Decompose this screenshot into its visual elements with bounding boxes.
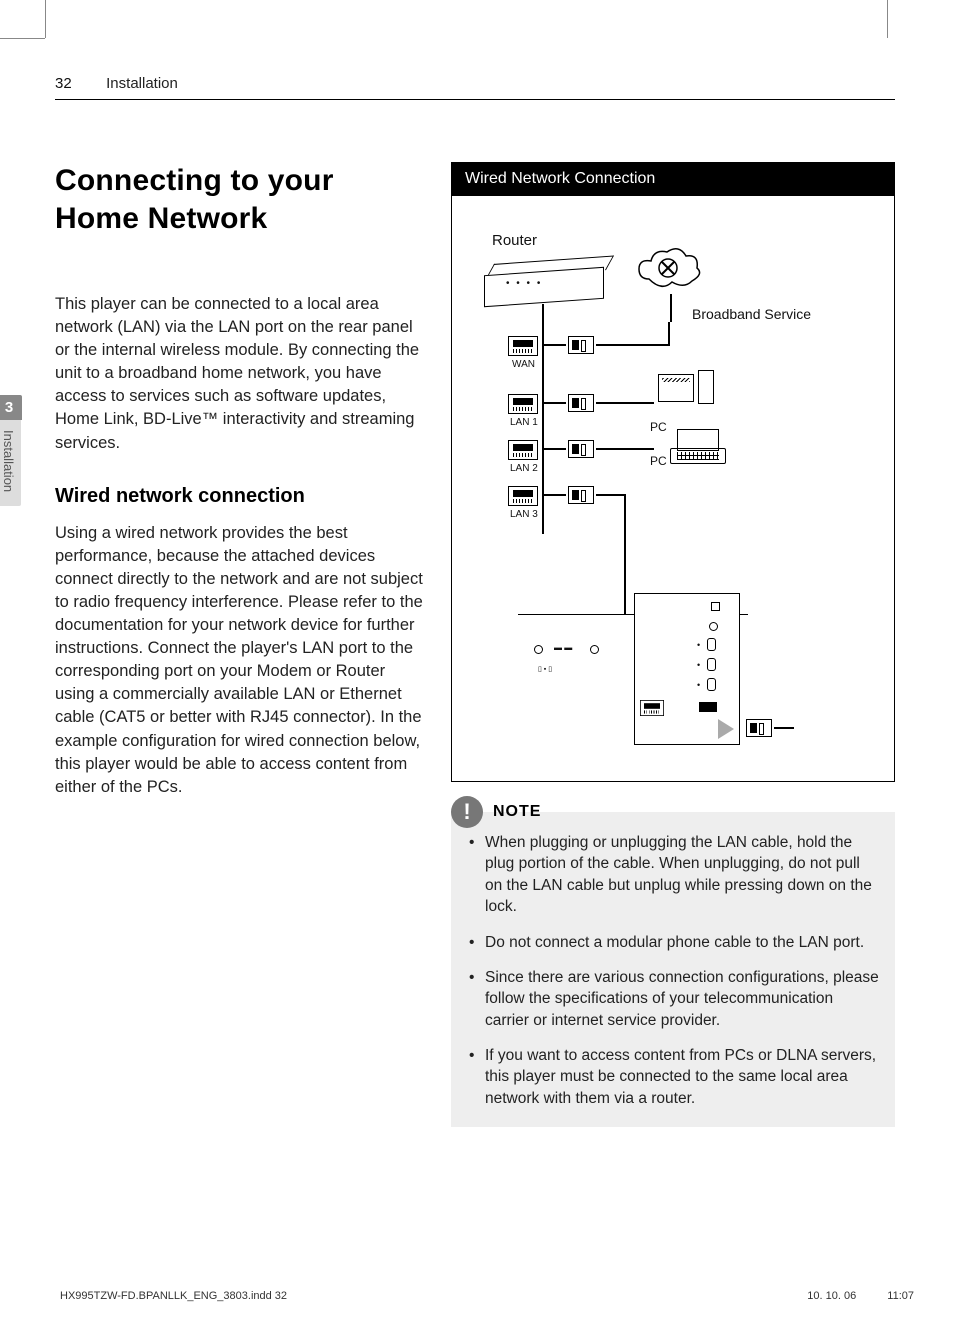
diagram-title: Wired Network Connection — [451, 162, 895, 196]
body-paragraph: Using a wired network provides the best … — [55, 522, 423, 799]
laptop-icon — [670, 448, 726, 464]
plug-icon — [746, 719, 772, 737]
pc-tower-icon — [698, 370, 714, 404]
note-item: When plugging or unplugging the LAN cabl… — [467, 832, 879, 918]
lan3-label: LAN 3 — [510, 509, 538, 520]
subheading: Wired network connection — [55, 485, 423, 508]
note-body: When plugging or unplugging the LAN cabl… — [451, 812, 895, 1127]
pc2-label: PC — [650, 454, 667, 468]
cable — [542, 304, 544, 534]
note-title: NOTE — [493, 803, 541, 821]
lan1-label: LAN 1 — [510, 417, 538, 428]
cable — [542, 494, 566, 496]
page-title: Connecting to your Home Network — [55, 162, 423, 237]
footer-date: 10. 10. 06 — [807, 1290, 856, 1302]
footer-time: 11:07 — [887, 1290, 914, 1302]
player-rear-panel: ▬ ▬ ▯ ▪ ▯ • • • — [518, 614, 748, 744]
router-label: Router — [492, 232, 537, 249]
cable — [596, 448, 654, 450]
page-footer: HX995TZW-FD.BPANLLK_ENG_3803.indd 32 10.… — [60, 1290, 914, 1302]
note-item: Since there are various connection confi… — [467, 967, 879, 1031]
crop-mark — [887, 0, 888, 38]
note-item: Do not connect a modular phone cable to … — [467, 932, 879, 953]
lan-port-icon — [508, 394, 538, 414]
cable — [596, 402, 654, 404]
lan2-label: LAN 2 — [510, 463, 538, 474]
crop-mark — [45, 0, 46, 38]
plug-icon — [568, 394, 594, 412]
plug-icon — [568, 336, 594, 354]
lan-port-icon — [508, 440, 538, 460]
cable — [542, 448, 566, 450]
cable — [668, 322, 670, 346]
arrow-icon — [718, 719, 734, 739]
broadband-label: Broadband Service — [692, 306, 811, 323]
plug-icon — [568, 440, 594, 458]
cable — [542, 344, 566, 346]
section-name: Installation — [106, 75, 178, 92]
cable — [774, 727, 794, 729]
crop-mark — [0, 38, 45, 39]
note-icon: ! — [451, 796, 483, 828]
footer-filename: HX995TZW-FD.BPANLLK_ENG_3803.indd 32 — [60, 1290, 287, 1302]
side-tab-label: Installation — [0, 420, 21, 506]
cloud-icon — [634, 244, 704, 294]
side-tab: 3 Installation — [0, 395, 22, 506]
wan-label: WAN — [512, 359, 535, 370]
wan-port-icon — [508, 336, 538, 356]
side-tab-number: 3 — [0, 395, 22, 420]
cable — [624, 494, 626, 614]
page-header: 32 Installation — [55, 75, 895, 100]
pc-monitor-icon — [658, 374, 694, 402]
plug-icon — [568, 486, 594, 504]
pc1-label: PC — [650, 420, 667, 434]
router-leds: • • • • — [506, 278, 542, 289]
cable — [596, 494, 626, 496]
lan-port-icon — [508, 486, 538, 506]
note-header: ! NOTE — [451, 796, 895, 828]
cable — [670, 294, 672, 322]
cable — [596, 344, 670, 346]
note-item: If you want to access content from PCs o… — [467, 1045, 879, 1109]
intro-paragraph: This player can be connected to a local … — [55, 293, 423, 455]
network-diagram: Router • • • • Broadband Service WAN — [451, 196, 895, 782]
page-number: 32 — [55, 75, 72, 92]
cable — [542, 402, 566, 404]
